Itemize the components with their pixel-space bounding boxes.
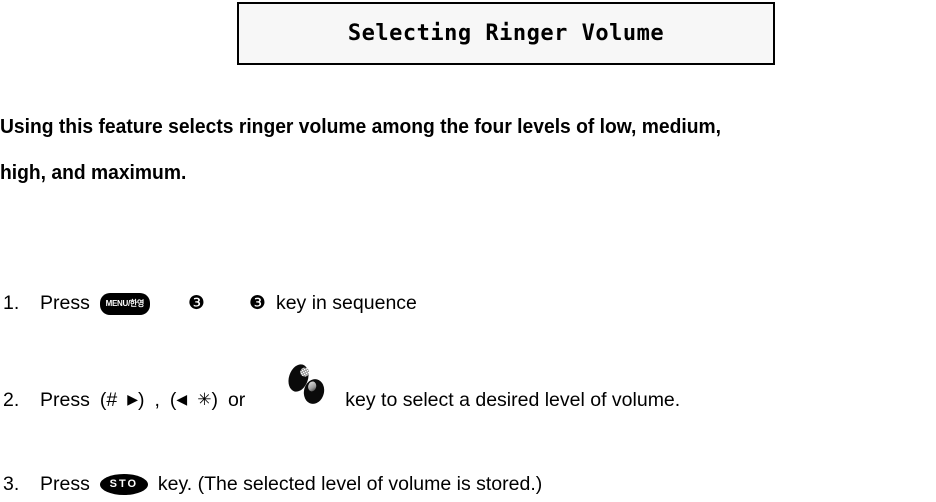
sto-key-icon[interactable]: STO [99,474,148,495]
circled-three-icon-b[interactable]: ❸ [249,294,266,313]
comma-separator: , [154,388,160,411]
star-group-close: ) [211,388,218,411]
intro-paragraph: Using this feature selects ringer volume… [0,104,936,196]
step-1-tail-text: key in sequence [275,292,417,314]
step-2: 2. Press (# ▶ ) , ( ◀ ✳ ) or key to sele… [0,361,681,423]
title-box: Selecting Ringer Volume [237,2,775,65]
right-arrow-icon[interactable]: ▶ [127,393,138,407]
step-1: 1. Press MENU/한영 ❸ ❸ key in sequence [0,292,417,315]
step-3-press-label: Press [40,473,90,495]
or-label: or [227,388,246,411]
hash-group-close: ) [137,388,145,411]
step-3: 3. Press STO key. (The selected level of… [0,473,542,496]
step-2-tail-text: key to select a desired level of volume. [345,388,681,411]
page-title: Selecting Ringer Volume [347,21,665,46]
oval-highlight [307,380,318,393]
side-volume-keys-icon[interactable] [285,361,331,423]
step-2-number: 2. [3,388,20,411]
intro-line-1: Using this feature selects ringer volume… [0,115,722,138]
step-1-number: 1. [3,292,20,314]
left-arrow-icon[interactable]: ◀ [176,393,187,407]
circled-three-icon-a[interactable]: ❸ [188,294,205,313]
step-1-press-label: Press [40,292,90,314]
step-2-press-label: Press [40,388,90,411]
oval-highlight [299,366,311,378]
step-3-tail-text: key. (The selected level of volume is st… [157,473,543,495]
hash-group-open: (# [99,388,118,411]
asterisk-key-icon[interactable]: ✳ [197,391,211,409]
step-3-number: 3. [3,473,20,495]
intro-line-2: high, and maximum. [0,161,187,184]
menu-key-icon[interactable]: MENU/한영 [99,292,150,315]
